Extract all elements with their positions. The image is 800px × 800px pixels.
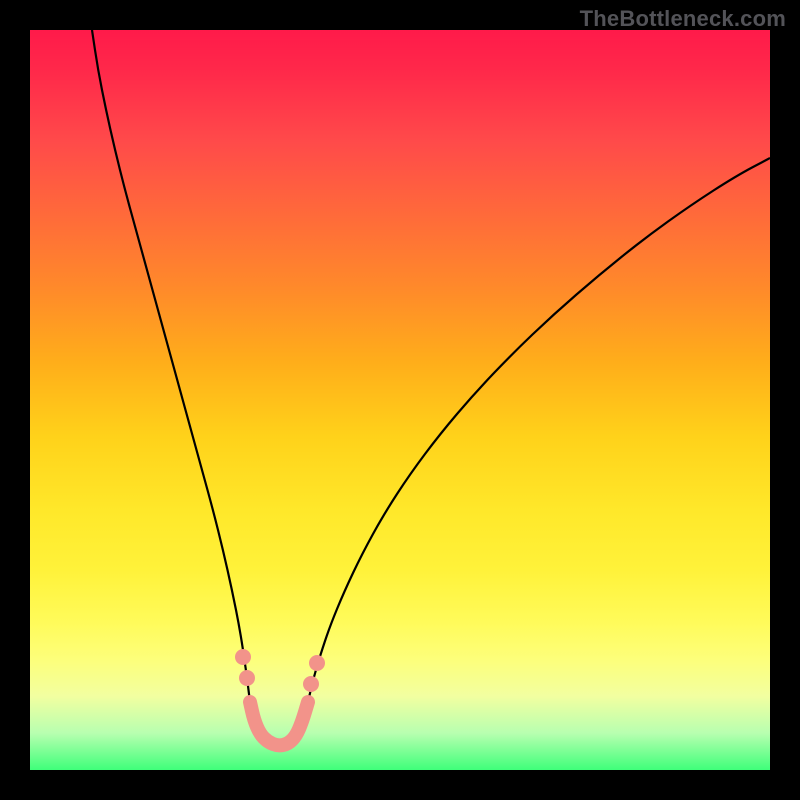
pink-dot-right-lower <box>303 676 319 692</box>
pink-dot-left-upper <box>235 649 251 665</box>
curve-right-branch <box>308 158 770 702</box>
plot-area <box>30 30 770 770</box>
curve-left-branch <box>92 30 250 702</box>
chart-svg <box>30 30 770 770</box>
pink-dot-left-lower <box>239 670 255 686</box>
watermark-text: TheBottleneck.com <box>580 6 786 32</box>
outer-black-frame: TheBottleneck.com <box>0 0 800 800</box>
curve-trough-pink <box>250 702 308 745</box>
pink-dot-right-upper <box>309 655 325 671</box>
